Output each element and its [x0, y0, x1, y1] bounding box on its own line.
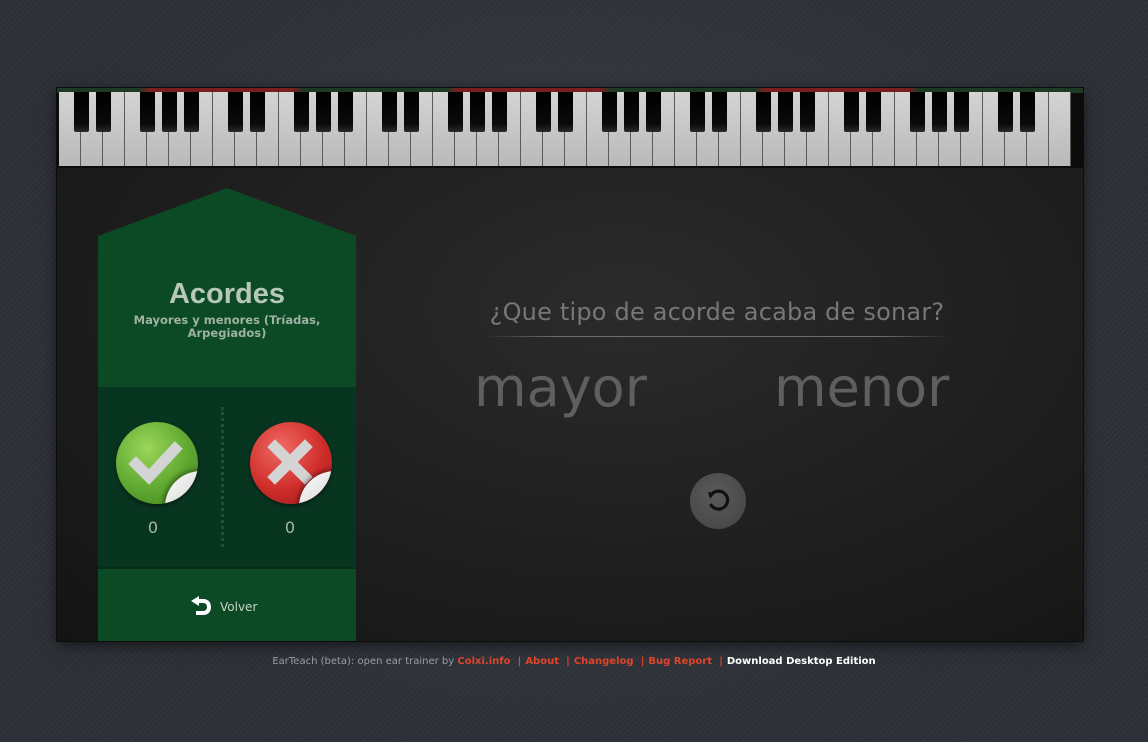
black-key[interactable]	[381, 92, 397, 132]
black-key[interactable]	[909, 92, 925, 132]
answer-mayor-button[interactable]: mayor	[474, 361, 647, 415]
link-bug-report[interactable]: Bug Report	[648, 656, 712, 667]
black-key[interactable]	[601, 92, 617, 132]
question-area: ¿Que tipo de acorde acaba de sonar?	[437, 298, 997, 337]
black-key[interactable]	[249, 92, 265, 132]
link-changelog[interactable]: Changelog	[574, 656, 634, 667]
black-key[interactable]	[865, 92, 881, 132]
wrong-count: 0	[284, 518, 296, 537]
check-icon	[116, 422, 198, 504]
undo-arrow-icon	[190, 594, 212, 620]
black-key[interactable]	[535, 92, 551, 132]
black-key[interactable]	[997, 92, 1013, 132]
black-key[interactable]	[73, 92, 89, 132]
black-key[interactable]	[623, 92, 639, 132]
black-key[interactable]	[227, 92, 243, 132]
back-label: Volver	[220, 600, 258, 614]
footer-credit: EarTeach (beta): open ear trainer by	[272, 656, 455, 667]
link-about[interactable]: About	[525, 656, 559, 667]
black-key[interactable]	[843, 92, 859, 132]
black-key[interactable]	[711, 92, 727, 132]
app-window: Acordes Mayores y menores (Tríadas, Arpe…	[57, 88, 1083, 641]
footer-separator: |	[517, 656, 522, 667]
footer-separator: |	[640, 656, 645, 667]
black-key[interactable]	[337, 92, 353, 132]
black-key[interactable]	[183, 92, 199, 132]
piano-keyboard[interactable]	[57, 88, 1083, 168]
black-key[interactable]	[139, 92, 155, 132]
link-colxi[interactable]: Colxi.info	[457, 656, 510, 667]
black-key[interactable]	[689, 92, 705, 132]
correct-count: 0	[147, 518, 159, 537]
page-footer: EarTeach (beta): open ear trainer by Col…	[0, 656, 1148, 667]
panel-subtitle: Mayores y menores (Tríadas, Arpegiados)	[133, 313, 321, 340]
black-key[interactable]	[403, 92, 419, 132]
score-divider	[221, 407, 224, 547]
back-button[interactable]: Volver	[190, 596, 257, 618]
answer-menor-button[interactable]: menor	[774, 361, 949, 415]
black-key[interactable]	[161, 92, 177, 132]
footer-separator: |	[566, 656, 570, 667]
score-board: 0 0	[98, 387, 356, 567]
replay-button[interactable]	[690, 473, 746, 529]
black-key[interactable]	[469, 92, 485, 132]
panel-header: Acordes Mayores y menores (Tríadas, Arpe…	[98, 236, 356, 387]
black-key[interactable]	[931, 92, 947, 132]
black-key[interactable]	[447, 92, 463, 132]
question-text: ¿Que tipo de acorde acaba de sonar?	[489, 298, 945, 326]
download-desktop-link[interactable]: Download Desktop Edition	[727, 656, 876, 667]
cross-icon	[250, 422, 332, 504]
panel-roof	[98, 188, 356, 236]
footer-separator: |	[719, 656, 723, 667]
black-key[interactable]	[645, 92, 661, 132]
question-underline	[485, 336, 951, 337]
black-key[interactable]	[95, 92, 111, 132]
black-key[interactable]	[755, 92, 771, 132]
black-key[interactable]	[315, 92, 331, 132]
black-key[interactable]	[557, 92, 573, 132]
panel-footer: Volver	[98, 567, 356, 641]
black-key[interactable]	[799, 92, 815, 132]
black-key[interactable]	[953, 92, 969, 132]
black-key[interactable]	[777, 92, 793, 132]
black-key[interactable]	[491, 92, 507, 132]
panel-title: Acordes	[168, 278, 286, 310]
black-key[interactable]	[293, 92, 309, 132]
exercise-panel: Acordes Mayores y menores (Tríadas, Arpe…	[98, 188, 356, 641]
black-key[interactable]	[1019, 92, 1035, 132]
white-key[interactable]	[1049, 92, 1071, 166]
